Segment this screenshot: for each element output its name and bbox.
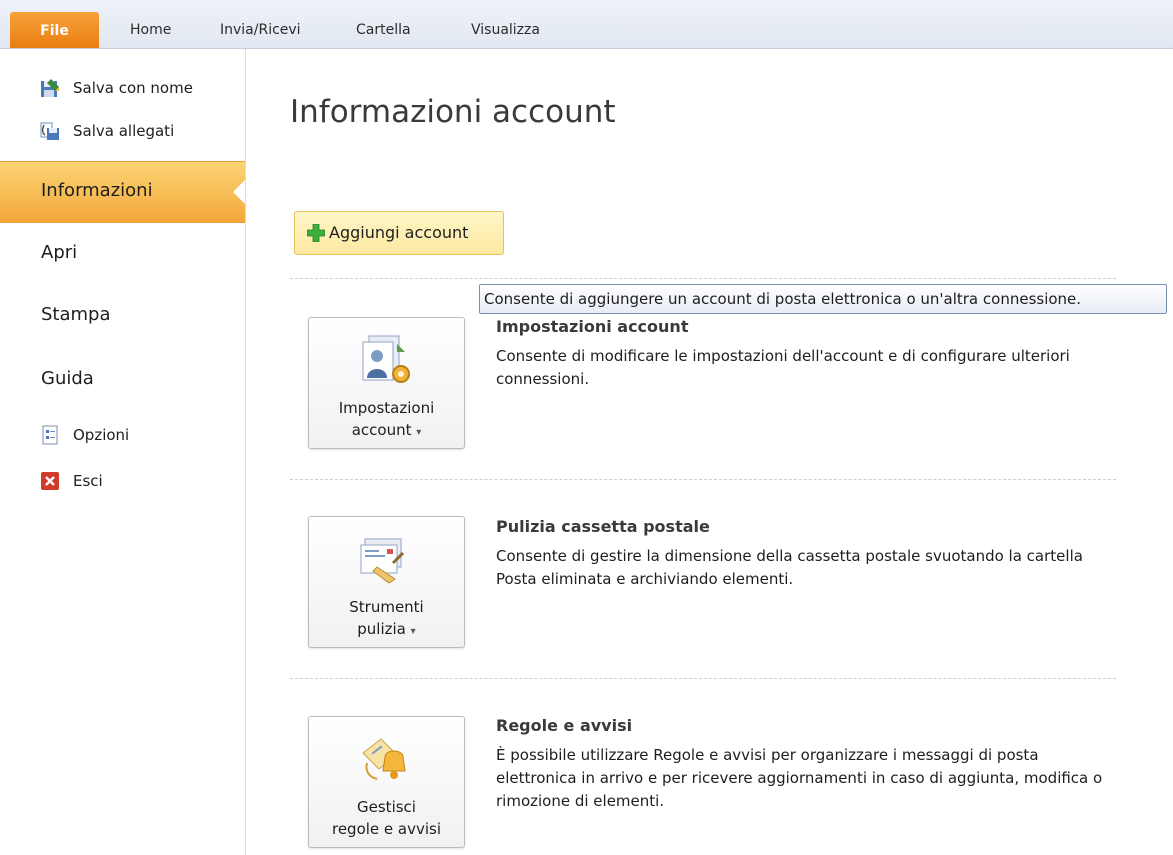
backstage-nav: Salva con nome Salva allegati Informazio… bbox=[0, 49, 246, 855]
page-title: Informazioni account bbox=[290, 94, 616, 130]
exit-icon bbox=[41, 472, 59, 490]
chevron-down-icon: ▾ bbox=[416, 427, 422, 438]
cleanup-tools-line2: pulizia bbox=[357, 620, 406, 638]
rules-alerts-icon bbox=[362, 738, 406, 780]
cleanup-tools-line1: Strumenti bbox=[349, 598, 424, 616]
nav-info[interactable]: Informazioni bbox=[0, 161, 245, 223]
save-attachments-icon bbox=[40, 122, 59, 140]
tooltip-text: Consente di aggiungere un account di pos… bbox=[484, 290, 1082, 308]
plus-icon bbox=[307, 224, 325, 242]
mailbox-cleanup-title: Pulizia cassetta postale bbox=[496, 517, 710, 536]
rules-alerts-description: È possibile utilizzare Regole e avvisi p… bbox=[496, 746, 1103, 810]
nav-print-label: Stampa bbox=[41, 304, 111, 325]
rules-alerts-title: Regole e avvisi bbox=[496, 716, 633, 735]
options-label: Opzioni bbox=[73, 426, 130, 444]
nav-print[interactable]: Stampa bbox=[0, 286, 245, 346]
mailbox-cleanup-description: Consente di gestire la dimensione della … bbox=[496, 547, 1083, 588]
nav-help[interactable]: Guida bbox=[0, 350, 245, 410]
divider bbox=[290, 278, 1116, 279]
tab-home[interactable]: Home bbox=[130, 22, 171, 38]
save-as-label: Salva con nome bbox=[73, 79, 193, 97]
options-icon bbox=[42, 425, 58, 445]
chevron-down-icon: ▾ bbox=[410, 626, 416, 637]
ribbon-tab-bar: File Home Invia/Ricevi Cartella Visualiz… bbox=[0, 0, 1173, 49]
tab-file[interactable]: File bbox=[10, 12, 99, 48]
tab-view[interactable]: Visualizza bbox=[471, 22, 540, 38]
tab-send-receive[interactable]: Invia/Ricevi bbox=[220, 22, 301, 38]
divider bbox=[290, 479, 1116, 480]
manage-rules-line2: regole e avvisi bbox=[331, 820, 442, 838]
cleanup-tools-line2-wrap: pulizia ▾ bbox=[309, 618, 464, 643]
account-settings-button[interactable]: Impostazioni account ▾ bbox=[308, 317, 465, 449]
save-as-icon bbox=[41, 79, 59, 97]
account-settings-line2: account bbox=[351, 421, 412, 439]
nav-info-label: Informazioni bbox=[41, 180, 153, 201]
exit-label: Esci bbox=[73, 472, 103, 490]
tab-folder[interactable]: Cartella bbox=[356, 22, 411, 38]
account-settings-icon bbox=[362, 335, 410, 383]
nav-open[interactable]: Apri bbox=[0, 224, 245, 284]
nav-open-label: Apri bbox=[41, 242, 78, 263]
manage-rules-line1: Gestisci bbox=[357, 798, 416, 816]
nav-help-label: Guida bbox=[41, 368, 94, 389]
add-account-tooltip: Consente di aggiungere un account di pos… bbox=[479, 284, 1167, 314]
account-settings-description: Consente di modificare le impostazioni d… bbox=[496, 347, 1070, 388]
account-settings-line1: Impostazioni bbox=[338, 399, 435, 417]
add-account-button[interactable]: Aggiungi account bbox=[294, 211, 504, 255]
manage-rules-button[interactable]: Gestisci regole e avvisi bbox=[308, 716, 465, 848]
cleanup-tools-icon bbox=[360, 538, 405, 584]
divider bbox=[290, 678, 1116, 679]
account-settings-line2-wrap: account ▾ bbox=[309, 419, 464, 444]
account-settings-title: Impostazioni account bbox=[496, 317, 689, 336]
add-account-label: Aggiungi account bbox=[329, 223, 469, 242]
save-attachments-label: Salva allegati bbox=[73, 122, 175, 140]
account-info-panel: Informazioni account Aggiungi account Im… bbox=[246, 49, 1173, 855]
cleanup-tools-button[interactable]: Strumenti pulizia ▾ bbox=[308, 516, 465, 648]
active-indicator bbox=[233, 180, 245, 204]
